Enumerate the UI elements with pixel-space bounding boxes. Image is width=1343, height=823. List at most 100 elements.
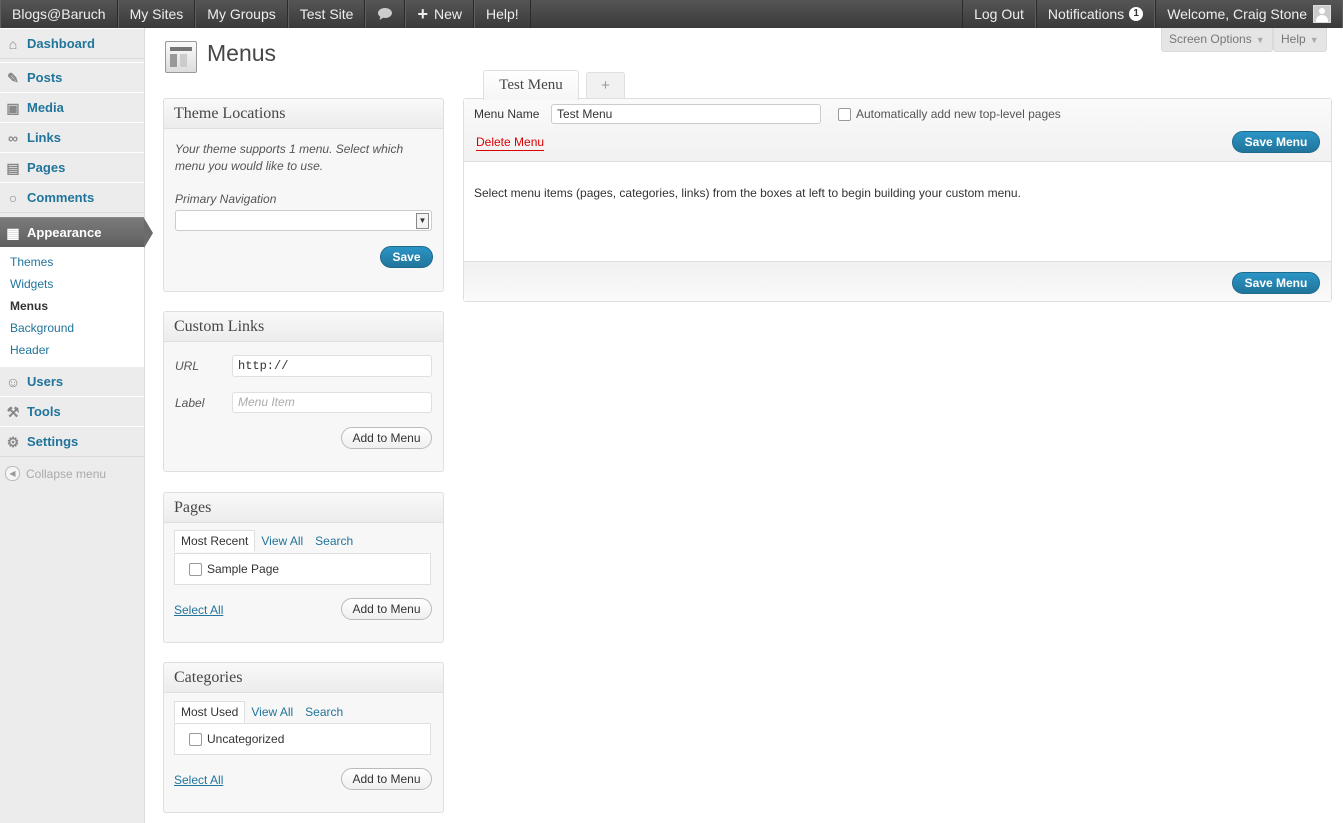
pages-title[interactable]: Pages bbox=[164, 493, 443, 523]
sidebar-item-label: Media bbox=[27, 100, 64, 115]
pages-icon: ▤ bbox=[6, 159, 20, 176]
screen-options-label: Screen Options bbox=[1169, 32, 1252, 46]
uncategorized-checkbox[interactable] bbox=[189, 732, 202, 746]
pin-icon: ✎ bbox=[7, 69, 19, 86]
help-label: Help bbox=[1281, 32, 1306, 46]
sidebar-item-appearance[interactable]: ▦ Appearance bbox=[0, 217, 153, 248]
sidebar-item-label: Posts bbox=[27, 70, 63, 85]
my-groups-link[interactable]: My Groups bbox=[195, 0, 288, 28]
tab-view-all[interactable]: View All bbox=[245, 701, 299, 723]
label-label: Label bbox=[175, 396, 205, 410]
sidebar-item-label: Pages bbox=[27, 160, 66, 175]
new-content-link[interactable]: + New bbox=[405, 0, 474, 28]
save-locations-button[interactable]: Save bbox=[380, 246, 433, 268]
sidebar-item-users[interactable]: ☺ Users bbox=[0, 366, 144, 397]
url-label: URL bbox=[175, 359, 200, 373]
sidebar-item-settings[interactable]: ⚙ Settings bbox=[0, 426, 144, 457]
test-site-link[interactable]: Test Site bbox=[287, 0, 366, 28]
categories-title[interactable]: Categories bbox=[164, 663, 443, 693]
submenu-menus[interactable]: Menus bbox=[10, 299, 48, 313]
sidebar-item-posts[interactable]: ✎ Posts bbox=[0, 62, 144, 93]
sidebar-item-label: Tools bbox=[27, 404, 61, 419]
tab-view-all[interactable]: View All bbox=[255, 530, 309, 552]
sidebar-item-label: Settings bbox=[27, 434, 79, 449]
admin-bar: Blogs@Baruch My Sites My Groups Test Sit… bbox=[0, 0, 1343, 28]
tab-test-menu[interactable]: Test Menu bbox=[483, 70, 579, 100]
appearance-submenu: Themes Widgets Menus Background Header bbox=[0, 247, 144, 367]
auto-add-label: Automatically add new top-level pages bbox=[856, 107, 1061, 121]
sidebar-item-label: Links bbox=[27, 130, 61, 145]
plus-icon: + bbox=[417, 4, 428, 24]
notifications-link[interactable]: Notifications 1 bbox=[1035, 0, 1156, 28]
theme-locations-title[interactable]: Theme Locations bbox=[164, 99, 443, 129]
sidebar-item-media[interactable]: ▣ Media bbox=[0, 92, 144, 123]
sidebar-item-label: Dashboard bbox=[27, 36, 95, 51]
delete-menu-link[interactable]: Delete Menu bbox=[476, 135, 545, 151]
admin-sidebar: ⌂ Dashboard ✎ Posts ▣ Media ∞ Links ▤ Pages ○… bbox=[0, 28, 153, 823]
menus-page-icon bbox=[165, 41, 197, 73]
url-input[interactable]: http:// bbox=[232, 355, 432, 377]
menu-editor-header: Menu Name Test Menu Automatically add ne… bbox=[464, 99, 1331, 162]
submenu-header[interactable]: Header bbox=[10, 343, 49, 357]
list-item: Sample Page bbox=[189, 562, 279, 576]
submenu-themes[interactable]: Themes bbox=[10, 255, 53, 269]
submenu-widgets[interactable]: Widgets bbox=[10, 277, 53, 291]
save-menu-button-bottom[interactable]: Save Menu bbox=[1232, 272, 1320, 294]
sidebar-item-label: Appearance bbox=[27, 225, 102, 240]
custom-links-title[interactable]: Custom Links bbox=[164, 312, 443, 342]
uncategorized-label: Uncategorized bbox=[207, 732, 285, 746]
sample-page-label: Sample Page bbox=[207, 562, 280, 576]
sidebar-item-label: Users bbox=[27, 374, 64, 389]
add-pages-button[interactable]: Add to Menu bbox=[341, 598, 432, 620]
sidebar-item-dashboard[interactable]: ⌂ Dashboard bbox=[0, 28, 144, 59]
account-link[interactable]: Welcome, Craig Stone bbox=[1155, 0, 1343, 28]
auto-add-option: Automatically add new top-level pages bbox=[838, 107, 1061, 121]
save-menu-button-top[interactable]: Save Menu bbox=[1232, 131, 1320, 153]
screen-options-button[interactable]: Screen Options ▼ bbox=[1161, 28, 1273, 52]
tab-search[interactable]: Search bbox=[309, 530, 359, 552]
new-label: New bbox=[433, 6, 462, 22]
pages-select-all-link[interactable]: Select All bbox=[174, 603, 223, 617]
categories-select-all-link[interactable]: Select All bbox=[174, 773, 223, 787]
avatar bbox=[1313, 5, 1331, 23]
auto-add-checkbox[interactable] bbox=[838, 107, 851, 121]
tab-most-recent[interactable]: Most Recent bbox=[174, 530, 256, 552]
categories-box: Categories Most Used View All Search Unc… bbox=[163, 662, 444, 813]
house-icon: ⌂ bbox=[8, 35, 18, 52]
categories-tab-panel: Uncategorized bbox=[174, 723, 431, 755]
site-link[interactable]: Blogs@Baruch bbox=[0, 0, 118, 28]
page-title: Menus bbox=[207, 40, 277, 66]
sample-page-checkbox[interactable] bbox=[189, 562, 202, 576]
collapse-label: Collapse menu bbox=[26, 466, 107, 481]
tab-most-used[interactable]: Most Used bbox=[174, 701, 246, 723]
custom-links-box: Custom Links URL http:// Label Menu Item… bbox=[163, 311, 444, 472]
label-input[interactable]: Menu Item bbox=[232, 392, 432, 413]
welcome-label: Welcome, Craig Stone bbox=[1167, 6, 1307, 22]
sidebar-item-tools[interactable]: ⚒ Tools bbox=[0, 396, 144, 427]
add-menu-tab[interactable]: + bbox=[586, 72, 625, 99]
theme-locations-description: Your theme supports 1 menu. Select which… bbox=[175, 142, 404, 173]
help-link[interactable]: Help! bbox=[473, 0, 531, 28]
primary-navigation-label: Primary Navigation bbox=[175, 192, 277, 206]
my-sites-link[interactable]: My Sites bbox=[117, 0, 196, 28]
menu-editor-footer: Save Menu bbox=[464, 261, 1331, 301]
pages-tabs: Most Recent View All Search bbox=[174, 530, 359, 552]
notifications-label: Notifications bbox=[1047, 6, 1125, 22]
sidebar-item-pages[interactable]: ▤ Pages bbox=[0, 152, 144, 183]
primary-navigation-select[interactable]: ▼ bbox=[175, 210, 432, 231]
add-categories-button[interactable]: Add to Menu bbox=[341, 768, 432, 790]
sidebar-item-comments[interactable]: ○ Comments bbox=[0, 182, 144, 213]
menu-name-input[interactable]: Test Menu bbox=[551, 104, 821, 124]
theme-locations-box: Theme Locations Your theme supports 1 me… bbox=[163, 98, 444, 292]
logout-link[interactable]: Log Out bbox=[962, 0, 1036, 28]
collapse-menu-button[interactable]: ◀ Collapse menu bbox=[5, 466, 106, 481]
submenu-background[interactable]: Background bbox=[10, 321, 74, 335]
tab-search[interactable]: Search bbox=[299, 701, 349, 723]
settings-icon: ⚙ bbox=[6, 433, 20, 450]
sidebar-item-links[interactable]: ∞ Links bbox=[0, 122, 144, 153]
comments-link[interactable] bbox=[365, 0, 406, 28]
collapse-arrow-icon: ◀ bbox=[5, 466, 20, 481]
add-custom-link-button[interactable]: Add to Menu bbox=[341, 427, 432, 449]
help-button[interactable]: Help ▼ bbox=[1273, 28, 1327, 52]
categories-tabs: Most Used View All Search bbox=[174, 701, 349, 723]
